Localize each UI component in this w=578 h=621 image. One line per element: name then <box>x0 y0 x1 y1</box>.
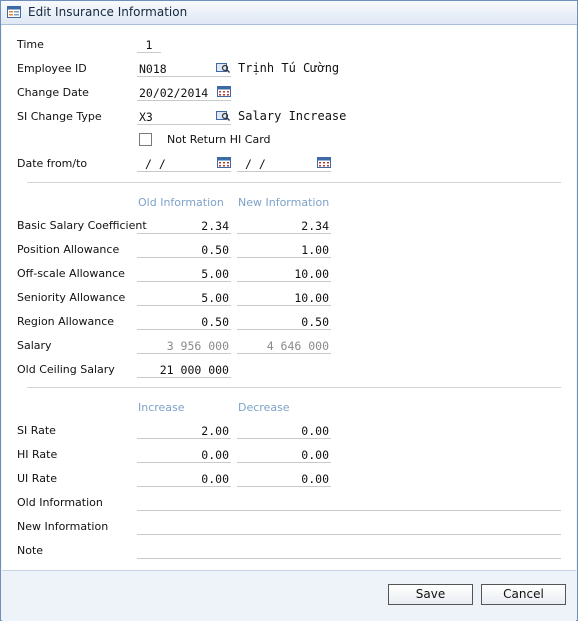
new-information-field[interactable] <box>137 519 561 535</box>
employee-name: Trịnh Tú Cường <box>238 61 340 75</box>
old-ceiling-salary-label: Old Ceiling Salary <box>17 363 115 376</box>
lookup-icon[interactable] <box>216 62 230 73</box>
basic-salary-coefficient-label: Basic Salary Coefficient <box>17 219 147 232</box>
time-label: Time <box>17 38 44 51</box>
old-information-header: Old Information <box>138 196 224 209</box>
new-information-header: New Information <box>238 196 330 209</box>
cancel-button[interactable]: Cancel <box>481 584 566 605</box>
position-allowance-label: Position Allowance <box>17 243 120 256</box>
seniority-allowance-old[interactable]: 5.00 <box>137 290 231 306</box>
region-allowance-label: Region Allowance <box>17 315 115 328</box>
employee-id-label: Employee ID <box>17 62 87 75</box>
new-information-label: New Information <box>17 520 109 533</box>
old-ceiling-salary-field[interactable]: 21 000 000 <box>137 362 231 378</box>
salary-label: Salary <box>17 339 52 352</box>
section-divider <box>27 387 561 388</box>
si-rate-increase[interactable]: 2.00 <box>137 423 231 439</box>
edit-insurance-window: Edit Insurance Information Time 1 Employ… <box>0 0 578 621</box>
off-scale-allowance-label: Off-scale Allowance <box>17 267 125 280</box>
old-information-label: Old Information <box>17 496 103 509</box>
si-change-type-description: Salary Increase <box>238 109 347 123</box>
region-allowance-old[interactable]: 0.50 <box>137 314 231 330</box>
change-date-label: Change Date <box>17 86 89 99</box>
salary-old: 3 956 000 <box>137 338 231 354</box>
calendar-icon[interactable] <box>217 157 231 168</box>
seniority-allowance-new[interactable]: 10.00 <box>237 290 331 306</box>
form-window-icon <box>7 6 21 18</box>
ui-rate-label: UI Rate <box>17 472 58 485</box>
ui-rate-increase[interactable]: 0.00 <box>137 471 231 487</box>
old-information-field[interactable] <box>137 495 561 511</box>
lookup-icon[interactable] <box>216 110 230 121</box>
si-rate-label: SI Rate <box>17 424 56 437</box>
hi-rate-label: HI Rate <box>17 448 58 461</box>
note-field[interactable] <box>137 543 561 559</box>
window-title: Edit Insurance Information <box>28 5 188 19</box>
date-from-to-label: Date from/to <box>17 157 88 170</box>
not-return-hi-card-label: Not Return HI Card <box>167 133 271 146</box>
not-return-hi-card-checkbox[interactable] <box>139 133 152 146</box>
si-rate-decrease[interactable]: 0.00 <box>237 423 331 439</box>
save-button[interactable]: Save <box>388 584 473 605</box>
increase-header: Increase <box>138 401 185 414</box>
position-allowance-new[interactable]: 1.00 <box>237 242 331 258</box>
off-scale-allowance-new[interactable]: 10.00 <box>237 266 331 282</box>
calendar-icon[interactable] <box>217 86 231 97</box>
hi-rate-increase[interactable]: 0.00 <box>137 447 231 463</box>
decrease-header: Decrease <box>238 401 290 414</box>
calendar-icon[interactable] <box>317 157 331 168</box>
basic-salary-coefficient-new[interactable]: 2.34 <box>237 218 331 234</box>
title-bar: Edit Insurance Information <box>1 1 577 25</box>
hi-rate-decrease[interactable]: 0.00 <box>237 447 331 463</box>
off-scale-allowance-old[interactable]: 5.00 <box>137 266 231 282</box>
dialog-footer: Save Cancel <box>2 570 576 621</box>
salary-new: 4 646 000 <box>237 338 331 354</box>
note-label: Note <box>17 544 44 557</box>
position-allowance-old[interactable]: 0.50 <box>137 242 231 258</box>
ui-rate-decrease[interactable]: 0.00 <box>237 471 331 487</box>
form-body: Time 1 Employee ID N018 Trịnh Tú Cường C… <box>2 25 576 570</box>
si-change-type-label: SI Change Type <box>17 110 102 123</box>
basic-salary-coefficient-old[interactable]: 2.34 <box>137 218 231 234</box>
time-field[interactable]: 1 <box>137 37 161 53</box>
section-divider <box>27 182 561 183</box>
region-allowance-new[interactable]: 0.50 <box>237 314 331 330</box>
seniority-allowance-label: Seniority Allowance <box>17 291 126 304</box>
